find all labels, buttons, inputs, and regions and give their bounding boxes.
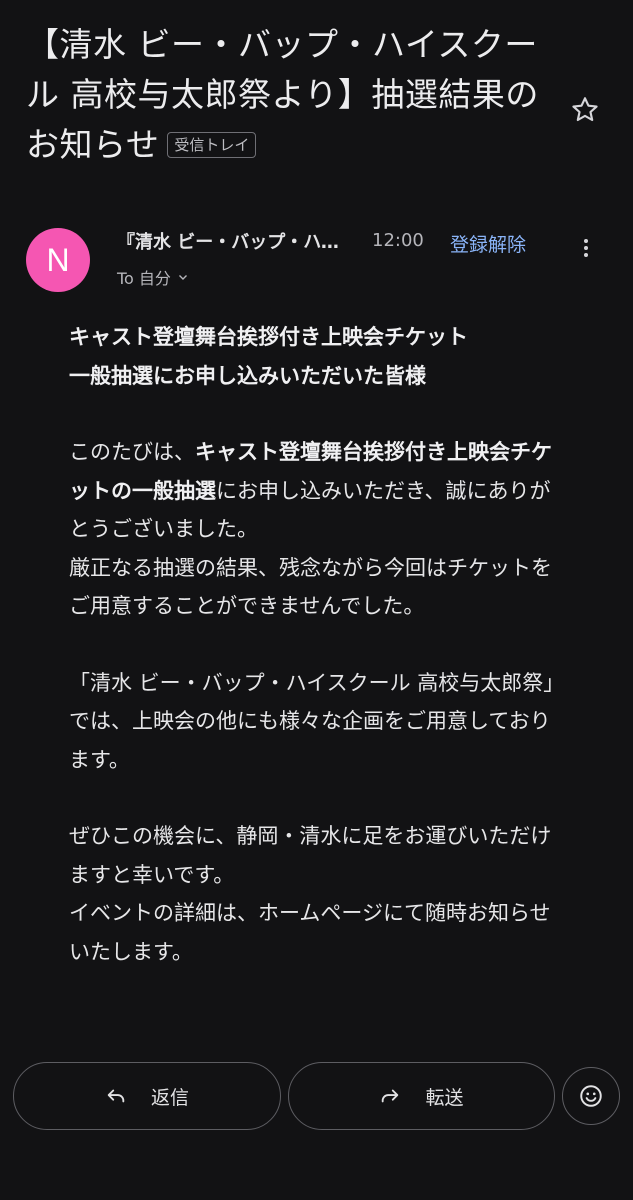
email-subject: 【清水 ビー・バップ・ハイスクール 高校与太郎祭より】抽選結果のお知らせ 受信トレ… [26, 20, 556, 170]
recipient-details-toggle[interactable]: To 自分 [117, 265, 189, 289]
forward-button[interactable]: 転送 [288, 1062, 555, 1130]
star-outline-icon [572, 97, 598, 122]
sent-time: 12:00 [372, 230, 424, 251]
greeting-line-2: 一般抽選にお申し込みいただいた皆様 [69, 363, 426, 388]
emoji-reaction-button[interactable] [562, 1067, 620, 1125]
greeting-line-1: キャスト登壇舞台挨拶付き上映会チケット [69, 325, 468, 349]
greeting: キャスト登壇舞台挨拶付き上映会チケット 一般抽選にお申し込みいただいた皆様 [69, 318, 561, 395]
email-body: キャスト登壇舞台挨拶付き上映会チケット 一般抽選にお申し込みいただいた皆様 このた… [69, 318, 561, 971]
more-options-button[interactable] [566, 228, 606, 268]
sender-avatar[interactable]: N [26, 228, 90, 292]
more-vertical-icon [584, 239, 588, 257]
body-paragraph-5: イベントの詳細は、ホームページにて随時お知らせいたします。 [69, 901, 551, 964]
sender-row: N 『清水 ビー・バップ・ハイスクール 高校与太郎祭』 12:00 登録解除 T… [0, 222, 633, 302]
body-paragraph-4-text: ぜひこの機会に、静岡・清水に足をお運びいただけますと幸いです。 [69, 824, 552, 887]
unsubscribe-link[interactable]: 登録解除 [450, 230, 526, 257]
body-paragraph-2: 厳正なる抽選の結果、残念ながら今回はチケットをご用意することができませんでした。 [69, 555, 552, 619]
chevron-down-icon [178, 275, 187, 280]
reply-button[interactable]: 返信 [13, 1062, 281, 1130]
body-paragraph-1: このたびは、キャスト登壇舞台挨拶付き上映会チケットの一般抽選にお申し込みいただき… [69, 433, 561, 626]
body-paragraph-3: 「清水 ビー・バップ・ハイスクール 高校与太郎祭」では、上映会の他にも様々な企画… [69, 670, 554, 772]
recipient-label: To 自分 [117, 269, 171, 288]
star-button[interactable] [565, 90, 605, 130]
forward-label: 転送 [425, 1086, 464, 1109]
reply-label: 返信 [150, 1086, 189, 1109]
p1-prefix: このたびは、 [69, 440, 195, 464]
sender-name[interactable]: 『清水 ビー・バップ・ハイスクール 高校与太郎祭』 [117, 228, 349, 254]
email-subject-header: 【清水 ビー・バップ・ハイスクール 高校与太郎祭より】抽選結果のお知らせ 受信トレ… [26, 20, 556, 170]
body-paragraph-4: ぜひこの機会に、静岡・清水に足をお運びいただけますと幸いです。 イベントの詳細は、… [69, 817, 561, 971]
subject-text: 【清水 ビー・バップ・ハイスクール 高校与太郎祭より】抽選結果のお知らせ [26, 25, 539, 164]
inbox-label-badge[interactable]: 受信トレイ [167, 132, 257, 158]
forward-arrow-icon [382, 1089, 399, 1103]
emoji-smile-icon [580, 1085, 602, 1107]
reply-arrow-icon [107, 1089, 125, 1103]
